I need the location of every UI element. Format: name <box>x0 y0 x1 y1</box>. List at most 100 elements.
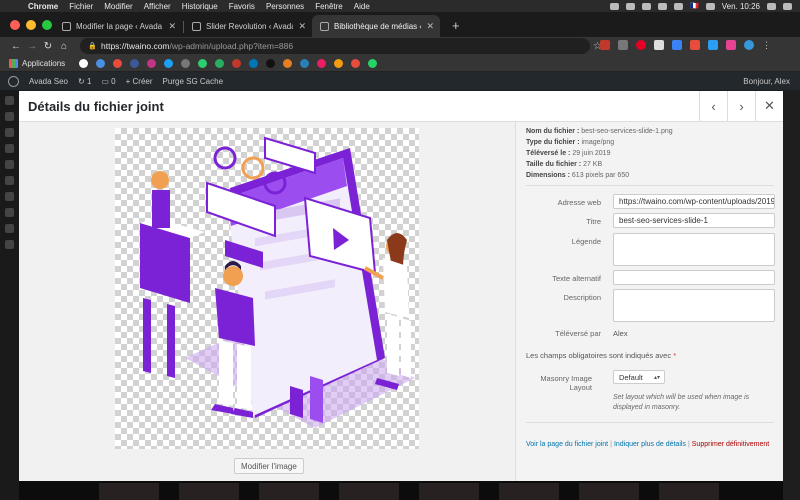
extension-icon[interactable] <box>600 40 610 50</box>
more-menu-icon[interactable]: ⋮ <box>762 40 772 50</box>
alt-text-field[interactable] <box>613 270 775 285</box>
edit-more-details-link[interactable]: Indiquer plus de détails <box>614 441 686 448</box>
extension-icon[interactable] <box>672 40 682 50</box>
record-icon[interactable] <box>626 2 636 10</box>
whatsapp-icon[interactable] <box>368 58 378 68</box>
wp-purge-cache[interactable]: Purge SG Cache <box>163 77 223 86</box>
tab-slider-revolution[interactable]: Slider Revolution ‹ Avada Seo ‹ ✕ <box>184 15 312 37</box>
extension-icon[interactable] <box>654 40 664 50</box>
menu-favoris[interactable]: Favoris <box>229 2 255 11</box>
close-tab-icon[interactable]: ✕ <box>426 21 434 32</box>
menu-personnes[interactable]: Personnes <box>266 2 304 11</box>
wp-comments[interactable]: ▭ 0 <box>101 77 115 86</box>
edit-image-button[interactable]: Modifier l'image <box>234 458 304 474</box>
bookmark-icon[interactable] <box>351 58 361 68</box>
wifi-icon[interactable] <box>674 2 684 10</box>
menu-afficher[interactable]: Afficher <box>144 2 171 11</box>
address-bar[interactable]: 🔒 https://twaino.com/wp-admin/upload.php… <box>80 38 602 54</box>
posts-icon[interactable] <box>5 112 14 121</box>
forward-arrow-icon[interactable]: → <box>24 41 40 52</box>
bookmark-icon[interactable] <box>113 58 123 68</box>
users-icon[interactable] <box>5 208 14 217</box>
battery-icon[interactable] <box>705 2 715 10</box>
home-icon[interactable]: ⌂ <box>56 41 72 52</box>
next-attachment-button[interactable]: › <box>727 91 755 121</box>
dashboard-icon[interactable] <box>5 96 14 105</box>
web-address-field[interactable]: https://twaino.com/wp-content/uploads/20… <box>613 194 775 209</box>
close-window-button[interactable] <box>10 20 20 30</box>
control-center-icon[interactable] <box>783 2 792 10</box>
masonry-layout-select[interactable]: Default ▴▾ <box>613 370 665 384</box>
menu-historique[interactable]: Historique <box>182 2 218 11</box>
title-field[interactable]: best-seo-services-slide-1 <box>613 213 775 228</box>
extension-icon[interactable] <box>690 40 700 50</box>
description-field[interactable] <box>613 289 775 322</box>
bookmark-icon[interactable] <box>215 58 225 68</box>
mail-icon[interactable] <box>96 58 106 68</box>
close-modal-button[interactable]: ✕ <box>755 91 783 121</box>
attachment-details-modal: Détails du fichier joint ‹ › ✕ Modifier … <box>19 91 783 481</box>
wp-site-name[interactable]: Avada Seo <box>29 77 68 86</box>
menu-fenetre[interactable]: Fenêtre <box>315 2 343 11</box>
github-icon[interactable] <box>610 2 620 10</box>
settings-icon[interactable] <box>5 240 14 249</box>
close-tab-icon[interactable]: ✕ <box>168 21 176 32</box>
linkedin-icon[interactable] <box>249 58 259 68</box>
bookmark-icon[interactable] <box>181 58 191 68</box>
media-thumbnail <box>339 483 399 500</box>
extension-icon[interactable] <box>726 40 736 50</box>
caption-field[interactable] <box>613 233 775 266</box>
tab-modifier-page[interactable]: Modifier la page ‹ Avada Seo ‹ ✕ <box>54 15 182 37</box>
bookmark-icon[interactable] <box>283 58 293 68</box>
menu-modifier[interactable]: Modifier <box>104 2 132 11</box>
facebook-icon[interactable] <box>130 58 140 68</box>
window-controls <box>10 20 52 30</box>
menu-app-chrome[interactable]: Chrome <box>28 2 58 11</box>
plugins-icon[interactable] <box>5 192 14 201</box>
menu-fichier[interactable]: Fichier <box>69 2 93 11</box>
fullscreen-window-button[interactable] <box>42 20 52 30</box>
media-thumbnail <box>659 483 719 500</box>
bookmark-icon[interactable] <box>317 58 327 68</box>
bookmark-applications[interactable]: Applications <box>9 58 65 68</box>
analytics-icon[interactable] <box>334 58 344 68</box>
volume-icon[interactable] <box>658 2 668 10</box>
tab-bibliotheque-medias[interactable]: Bibliothèque de médias ‹ Avada ✕ <box>312 15 440 37</box>
view-attachment-page-link[interactable]: Voir la page du fichier joint <box>526 441 608 448</box>
wp-updates[interactable]: ↻ 1 <box>78 77 91 86</box>
trello-icon[interactable] <box>300 58 310 68</box>
spotlight-icon[interactable] <box>767 2 776 10</box>
lock-icon[interactable]: 🔒 <box>88 42 97 50</box>
twitter-icon[interactable] <box>164 58 174 68</box>
wordpress-favicon-icon <box>320 21 329 31</box>
wordpress-logo-icon[interactable] <box>8 75 19 87</box>
instagram-icon[interactable] <box>147 58 157 68</box>
minimize-window-button[interactable] <box>26 20 36 30</box>
bookmark-icon[interactable] <box>232 58 242 68</box>
extension-icon[interactable] <box>708 40 718 50</box>
google-icon[interactable] <box>79 58 89 68</box>
media-icon[interactable] <box>5 128 14 137</box>
wp-greeting[interactable]: Bonjour, Alex <box>743 77 790 86</box>
meta-value: best-seo-services-slide-1.png <box>581 128 673 135</box>
back-arrow-icon[interactable]: ← <box>8 41 24 52</box>
bookmark-icon[interactable] <box>266 58 276 68</box>
menubar-clock[interactable]: Ven. 10:26 <box>722 2 760 11</box>
cloud-icon[interactable] <box>642 2 652 10</box>
pinterest-icon[interactable] <box>636 40 646 50</box>
close-tab-icon[interactable]: ✕ <box>298 21 306 32</box>
pages-icon[interactable] <box>5 144 14 153</box>
previous-attachment-button[interactable]: ‹ <box>699 91 727 121</box>
input-source-flag[interactable]: 🇫🇷 <box>690 2 699 10</box>
extension-icon[interactable] <box>618 40 628 50</box>
wp-new[interactable]: + Créer <box>126 77 153 86</box>
menu-aide[interactable]: Aide <box>354 2 370 11</box>
comments-icon[interactable] <box>5 160 14 169</box>
bookmark-icon[interactable] <box>198 58 208 68</box>
tools-icon[interactable] <box>5 224 14 233</box>
delete-permanently-link[interactable]: Supprimer définitivement <box>692 441 769 448</box>
profile-avatar-icon[interactable] <box>744 40 754 50</box>
reload-icon[interactable]: ↻ <box>40 41 56 52</box>
appearance-icon[interactable] <box>5 176 14 185</box>
new-tab-button[interactable]: + <box>452 19 460 32</box>
